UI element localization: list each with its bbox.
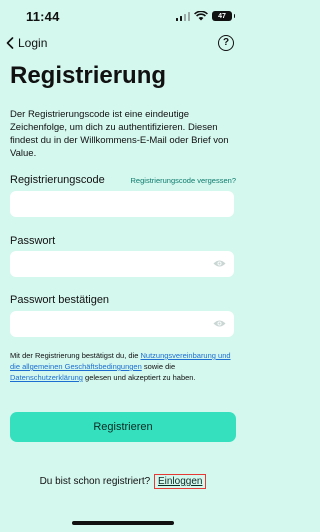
help-icon[interactable]: ?	[218, 35, 234, 51]
battery-icon: 47	[212, 11, 235, 21]
consent-middle: sowie die	[141, 362, 176, 371]
login-link[interactable]: Einloggen	[153, 474, 207, 489]
intro-text: Der Registrierungscode ist eine eindeuti…	[10, 109, 229, 159]
confirm-password-field[interactable]	[10, 311, 234, 337]
back-button[interactable]: Login	[6, 36, 47, 50]
forgot-code-link[interactable]: Registrierungscode vergessen?	[131, 176, 236, 185]
privacy-link[interactable]: Datenschutzerklärung	[10, 373, 83, 382]
status-time: 11:44	[26, 9, 60, 24]
password-label: Passwort	[10, 235, 56, 247]
login-prompt: Du bist schon registriert?	[39, 476, 153, 487]
nav-bar: Login ?	[0, 34, 246, 56]
home-indicator	[72, 521, 174, 525]
registration-code-label: Registrierungscode	[10, 174, 105, 186]
password-field[interactable]	[10, 251, 234, 277]
back-button-label: Login	[18, 36, 48, 50]
consent-prefix: Mit der Registrierung bestätigst du, die	[10, 351, 141, 360]
eye-icon[interactable]	[213, 259, 226, 268]
status-icons: 47	[175, 11, 235, 21]
wifi-icon	[194, 11, 208, 21]
register-button[interactable]: Registrieren	[10, 412, 236, 442]
eye-icon[interactable]	[213, 319, 226, 328]
registration-code-field[interactable]	[10, 191, 234, 217]
confirm-password-label: Passwort bestätigen	[10, 294, 110, 306]
chevron-left-icon	[6, 37, 14, 49]
page-title: Registrierung	[10, 62, 167, 89]
cellular-signal-icon	[175, 11, 190, 21]
login-prompt-row: Du bist schon registriert? Einloggen	[0, 474, 246, 489]
consent-text: Mit der Registrierung bestätigst du, die…	[10, 350, 238, 383]
consent-suffix: gelesen und akzeptiert zu haben.	[82, 373, 196, 382]
status-bar: 11:44 47	[0, 0, 246, 30]
